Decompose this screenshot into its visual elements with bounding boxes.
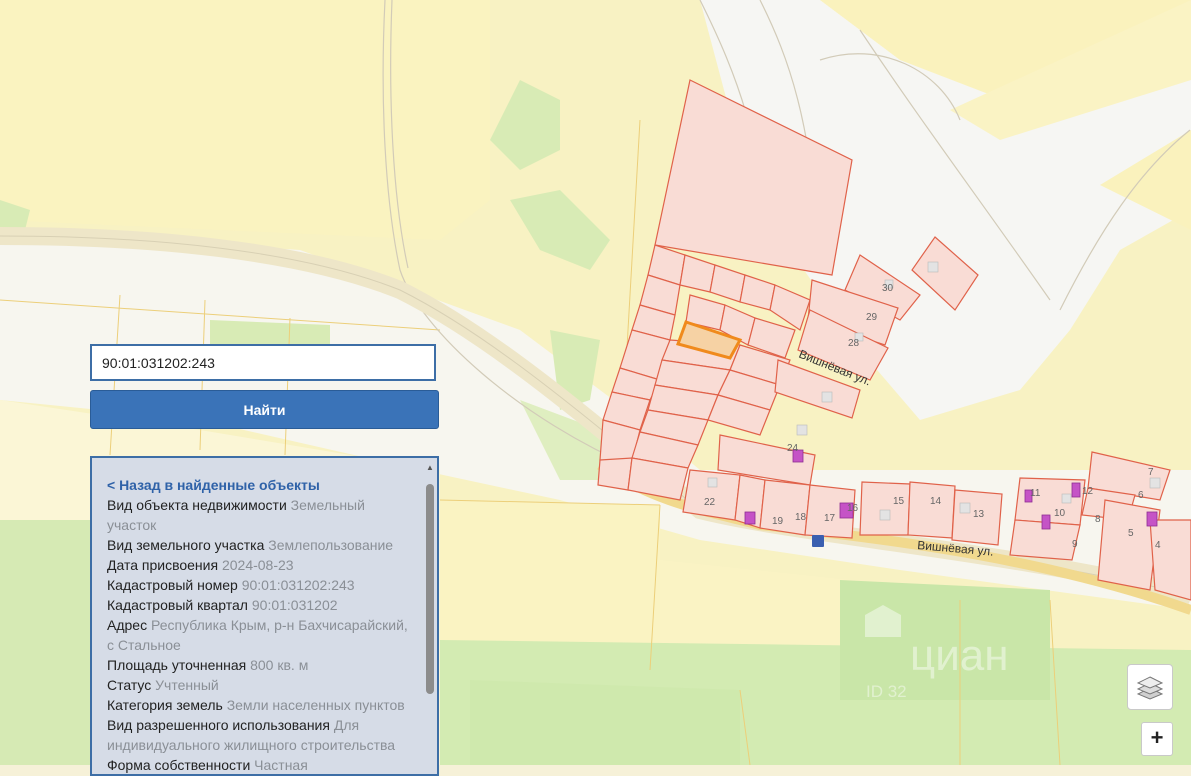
info-row: Форма собственности Частная	[107, 755, 412, 774]
plot-number: 11	[1030, 488, 1041, 499]
watermark-id: ID 32	[866, 682, 907, 701]
info-label: Площадь уточненная	[107, 657, 247, 673]
info-value: 2024-08-23	[221, 557, 294, 573]
plot-number: 14	[930, 496, 942, 507]
plot-number: 9	[1072, 539, 1078, 550]
info-label: Вид земельного участка	[107, 537, 265, 553]
find-button[interactable]: Найти	[90, 390, 439, 429]
layers-icon	[1136, 676, 1164, 700]
plot-number: 19	[772, 516, 784, 527]
object-info-content: < Назад в найденные объекты Вид объекта …	[107, 475, 412, 774]
plot-number: 12	[1082, 486, 1094, 497]
info-label: Вид разрешенного использования	[107, 717, 330, 733]
zoom-in-button[interactable]: +	[1141, 722, 1173, 756]
plot-number: 5	[1128, 528, 1134, 539]
plot-number: 24	[787, 443, 799, 454]
bus-stop-icon	[812, 535, 824, 547]
scroll-up-arrow-icon[interactable]: ▲	[425, 462, 435, 474]
info-row: Вид земельного участка Землепользование	[107, 535, 412, 555]
info-row: Дата присвоения 2024-08-23	[107, 555, 412, 575]
plot-number: 8	[1095, 514, 1101, 525]
info-row: Кадастровый квартал 90:01:031202	[107, 595, 412, 615]
plot-number: 13	[973, 509, 985, 520]
info-label: Форма собственности	[107, 757, 251, 773]
info-value: 90:01:031202	[251, 597, 338, 613]
plot-number: 18	[795, 512, 807, 523]
plot-number: 30	[882, 283, 894, 294]
info-label: Кадастровый номер	[107, 577, 238, 593]
plot-number: 10	[1054, 508, 1066, 519]
info-label: Кадастровый квартал	[107, 597, 248, 613]
info-row: Адрес Республика Крым, р-н Бахчисарайски…	[107, 615, 412, 655]
info-row: Площадь уточненная 800 кв. м	[107, 655, 412, 675]
plot-number: 22	[704, 497, 716, 508]
back-to-results-link[interactable]: < Назад в найденные объекты	[107, 475, 412, 495]
info-label: Адрес	[107, 617, 148, 633]
info-value: Республика Крым, р-н Бахчисарайский, с С…	[107, 617, 408, 653]
panel-scrollbar[interactable]: ▲	[425, 462, 435, 762]
info-row: Категория земель Земли населенных пункто…	[107, 695, 412, 715]
info-value: Земли населенных пунктов	[226, 697, 405, 713]
info-value: 90:01:031202:243	[241, 577, 355, 593]
info-label: Дата присвоения	[107, 557, 219, 573]
info-label: Статус	[107, 677, 152, 693]
layers-button[interactable]	[1127, 664, 1173, 710]
object-info-panel: < Назад в найденные объекты Вид объекта …	[90, 456, 439, 776]
plot-number: 4	[1155, 540, 1161, 551]
info-row: Статус Учтенный	[107, 675, 412, 695]
plot-number: 17	[824, 513, 836, 524]
plot-number: 15	[893, 496, 905, 507]
info-label: Категория земель	[107, 697, 223, 713]
info-value: Учтенный	[155, 677, 219, 693]
plot-number: 28	[848, 338, 860, 349]
info-value: Частная	[254, 757, 308, 773]
plot-number: 16	[847, 503, 859, 514]
info-row: Вид объекта недвижимости Земельный участ…	[107, 495, 412, 535]
scroll-thumb[interactable]	[426, 484, 434, 694]
info-value: 800 кв. м	[250, 657, 309, 673]
cadastral-search-input[interactable]	[90, 344, 436, 381]
plot-number: 29	[866, 312, 878, 323]
info-row: Кадастровый номер 90:01:031202:243	[107, 575, 412, 595]
watermark-brand: циан	[910, 631, 1009, 680]
info-label: Вид объекта недвижимости	[107, 497, 287, 513]
info-value: Землепользование	[268, 537, 394, 553]
info-row: Вид разрешенного использования Для индив…	[107, 715, 412, 755]
plot-number: 6	[1138, 490, 1144, 501]
plot-number: 7	[1148, 467, 1154, 478]
